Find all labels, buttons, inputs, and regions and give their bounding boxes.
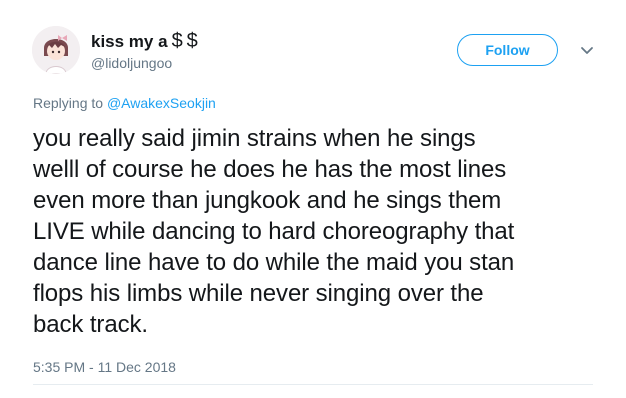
- divider: [33, 384, 593, 385]
- tweet-text: you really said jimin strains when he si…: [33, 125, 515, 338]
- anime-avatar-icon: [32, 26, 80, 74]
- author-display-name[interactable]: kiss my a $$: [91, 30, 202, 53]
- replying-prefix: Replying to: [33, 95, 107, 111]
- author-handle[interactable]: @lidoljungoo: [91, 55, 172, 71]
- money-emoji: $$: [171, 30, 202, 52]
- tweet-timestamp[interactable]: 5:35 PM - 11 Dec 2018: [33, 359, 176, 375]
- tweet-card: kiss my a $$ @lidoljungoo Follow Replying…: [0, 0, 626, 398]
- follow-button[interactable]: Follow: [457, 34, 558, 66]
- author-name-text: kiss my a: [91, 32, 168, 51]
- reply-mention-link[interactable]: @AwakexSeokjin: [107, 95, 216, 111]
- chevron-down-icon[interactable]: [577, 40, 597, 60]
- avatar[interactable]: [32, 26, 80, 74]
- replying-to-line: Replying to @AwakexSeokjin: [33, 95, 216, 111]
